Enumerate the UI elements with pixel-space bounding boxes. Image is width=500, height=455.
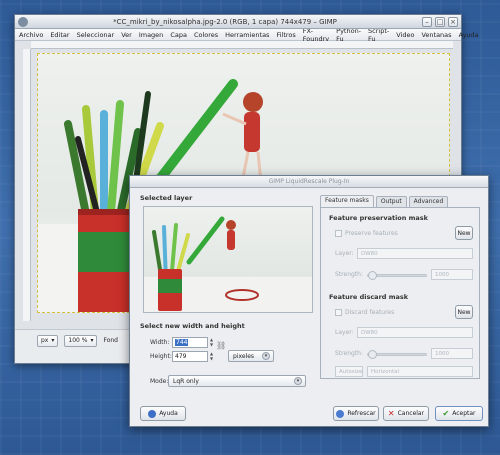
tab-feature-masks[interactable]: Feature masks bbox=[320, 195, 374, 207]
menu-item[interactable]: Capa bbox=[170, 31, 187, 39]
close-icon[interactable]: × bbox=[448, 16, 458, 27]
cancel-icon: ✕ bbox=[387, 409, 395, 418]
height-value: 479 bbox=[175, 353, 187, 360]
chain-link-icon[interactable]: ⛓ bbox=[216, 341, 226, 350]
help-button[interactable]: Ayuda bbox=[140, 406, 186, 421]
mode-dropdown[interactable]: LqR only ▾ bbox=[168, 375, 306, 387]
status-text: Fond bbox=[103, 337, 118, 344]
unit-value: px bbox=[41, 337, 49, 344]
accept-button[interactable]: ✔ Aceptar bbox=[435, 406, 483, 421]
discard-layer-dropdown[interactable]: DW80 bbox=[357, 327, 473, 338]
cancel-button[interactable]: ✕ Cancelar bbox=[383, 406, 429, 421]
unit-selector[interactable]: px ▾ bbox=[37, 334, 59, 347]
preserve-layer-dropdown[interactable]: DW80 bbox=[357, 248, 473, 259]
refresh-button-label: Refrescar bbox=[347, 410, 376, 417]
window-titlebar[interactable]: *CC_mikri_by_nikosalpha.jpg-2.0 (RGB, 1 … bbox=[15, 15, 461, 29]
width-label: Width: bbox=[150, 339, 170, 346]
new-size-label: Select new width and height bbox=[140, 322, 245, 330]
zoom-selector[interactable]: 100 % ▾ bbox=[64, 334, 98, 347]
discard-strength-label: Strength: bbox=[335, 350, 363, 357]
preserve-checkbox-label: Preserve features bbox=[345, 230, 398, 237]
slider-knob[interactable] bbox=[368, 271, 377, 280]
height-label: Height: bbox=[150, 353, 172, 360]
menu-item[interactable]: Colores bbox=[194, 31, 218, 39]
mode-label: Mode: bbox=[150, 378, 169, 385]
vertical-ruler[interactable] bbox=[23, 49, 31, 321]
help-button-label: Ayuda bbox=[159, 410, 178, 417]
tab-strip: Feature masks Output Advanced bbox=[320, 195, 449, 207]
width-spinner[interactable]: 744 ▲ ▼ bbox=[172, 337, 213, 348]
feature-masks-panel: Feature preservation mask Preserve featu… bbox=[320, 207, 480, 379]
width-value: 744 bbox=[175, 339, 189, 346]
spinner-arrows-icon[interactable]: ▲ ▼ bbox=[208, 351, 215, 362]
height-spinner[interactable]: 479 ▲ ▼ bbox=[172, 351, 213, 362]
autosize-button[interactable]: Autosize bbox=[335, 366, 363, 377]
menu-item[interactable]: Ventanas bbox=[421, 31, 451, 39]
tab-output[interactable]: Output bbox=[375, 196, 407, 207]
menu-item[interactable]: Herramientas bbox=[225, 31, 269, 39]
accept-button-label: Aceptar bbox=[452, 410, 476, 417]
menubar: Archivo Editar Seleccionar Ver Imagen Capa Col… bbox=[15, 27, 479, 43]
unit-dropdown[interactable]: pixeles ▾ bbox=[228, 350, 274, 362]
preserve-checkbox[interactable] bbox=[335, 230, 342, 237]
orientation-dropdown[interactable]: Horizontal bbox=[367, 366, 473, 377]
mode-value: LqR only bbox=[173, 377, 199, 385]
unit-dropdown-value: pixeles bbox=[233, 352, 255, 360]
help-icon bbox=[148, 409, 157, 418]
chevron-down-icon: ▾ bbox=[294, 377, 302, 385]
preserve-new-button[interactable]: New bbox=[455, 226, 473, 240]
refresh-button[interactable]: Refrescar bbox=[333, 406, 379, 421]
selected-layer-label: Selected layer bbox=[140, 194, 193, 202]
preservation-heading: Feature preservation mask bbox=[329, 214, 428, 222]
tab-advanced[interactable]: Advanced bbox=[408, 196, 449, 207]
menu-item[interactable]: Filtros bbox=[276, 31, 295, 39]
slider-knob[interactable] bbox=[368, 350, 377, 359]
chevron-down-icon: ▾ bbox=[262, 352, 270, 360]
menu-item[interactable]: Archivo bbox=[19, 31, 43, 39]
window-menu-icon[interactable] bbox=[18, 16, 28, 27]
checkmark-icon: ✔ bbox=[442, 409, 450, 418]
discard-strength-input[interactable]: 1000 bbox=[431, 348, 473, 359]
window-title: *CC_mikri_by_nikosalpha.jpg-2.0 (RGB, 1 … bbox=[113, 17, 337, 26]
liquidrescale-dialog: GIMP LiquidRescale Plug-In Selected laye… bbox=[129, 175, 489, 427]
maximize-icon[interactable]: □ bbox=[435, 16, 445, 27]
dialog-title[interactable]: GIMP LiquidRescale Plug-In bbox=[130, 176, 488, 188]
menu-item[interactable]: Editar bbox=[50, 31, 69, 39]
chevron-down-icon: ▾ bbox=[90, 337, 94, 344]
menu-item[interactable]: Imagen bbox=[139, 31, 163, 39]
refresh-icon bbox=[336, 409, 345, 418]
zoom-value: 100 % bbox=[68, 337, 88, 344]
cancel-button-label: Cancelar bbox=[397, 410, 425, 417]
discard-layer-label: Layer: bbox=[335, 329, 354, 336]
minimize-icon[interactable]: – bbox=[422, 16, 432, 27]
preserve-strength-label: Strength: bbox=[335, 271, 363, 278]
menu-item[interactable]: Ayuda bbox=[459, 31, 479, 39]
discard-checkbox-label: Discard features bbox=[345, 309, 395, 316]
spinner-arrows-icon[interactable]: ▲ ▼ bbox=[208, 337, 215, 348]
chevron-down-icon: ▾ bbox=[51, 337, 55, 344]
layer-preview bbox=[143, 206, 313, 313]
discard-checkbox[interactable] bbox=[335, 309, 342, 316]
preview-thumbnail bbox=[144, 216, 312, 312]
preserve-layer-label: Layer: bbox=[335, 250, 354, 257]
menu-item[interactable]: Seleccionar bbox=[77, 31, 115, 39]
preserve-strength-input[interactable]: 1000 bbox=[431, 269, 473, 280]
preserve-strength-slider[interactable] bbox=[367, 271, 427, 280]
discard-new-button[interactable]: New bbox=[455, 305, 473, 319]
discard-heading: Feature discard mask bbox=[329, 293, 409, 301]
discard-strength-slider[interactable] bbox=[367, 350, 427, 359]
menu-item[interactable]: Video bbox=[396, 31, 414, 39]
horizontal-ruler[interactable] bbox=[31, 41, 453, 49]
menu-item[interactable]: Ver bbox=[121, 31, 132, 39]
